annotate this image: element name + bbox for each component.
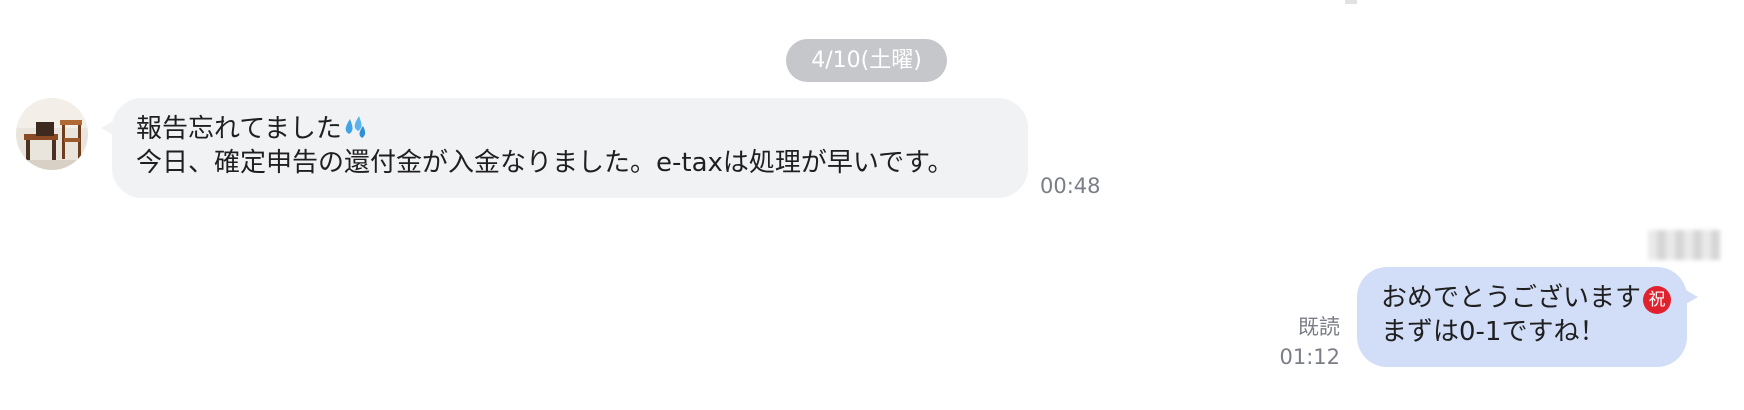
top-edge-artifact — [1345, 0, 1357, 4]
message-line: 報告忘れてました — [136, 112, 1004, 146]
message-timestamp: 01:12 — [1279, 345, 1340, 369]
date-separator: 4/10(土曜) — [786, 39, 947, 82]
message-line: まずは0-1ですね！ — [1381, 317, 1606, 347]
read-receipt: 既読 — [1298, 315, 1340, 339]
message-line: 今日、確定申告の還付金が入金なりました。e-taxは処理が早いです。 — [136, 148, 954, 178]
sweat-droplets-icon — [342, 115, 370, 141]
avatar-image — [16, 98, 88, 170]
message-meta: 既読 01:12 — [1279, 312, 1340, 372]
blurred-sender-name — [1648, 230, 1720, 260]
message-timestamp: 00:48 — [1040, 174, 1101, 198]
outgoing-message-bubble[interactable]: おめでとうございます祝 まずは0-1ですね！ — [1357, 267, 1698, 367]
message-line: おめでとうございます祝 — [1381, 281, 1672, 315]
incoming-message-bubble[interactable]: 報告忘れてました 今日、確定申告の還付金が入金なりました。e-taxは処理が早い… — [101, 98, 1028, 198]
avatar[interactable] — [16, 98, 88, 170]
celebration-badge-icon: 祝 — [1643, 286, 1672, 314]
